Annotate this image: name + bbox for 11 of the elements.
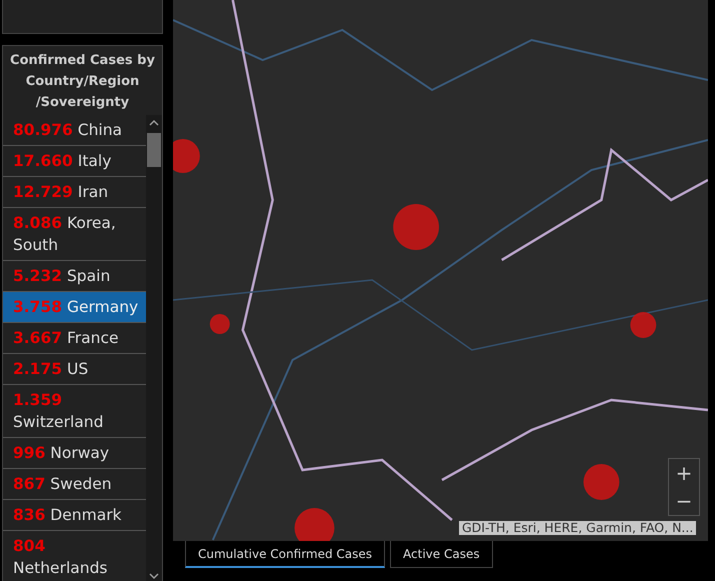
scroll-down-icon[interactable] [149, 572, 159, 580]
scroll-thumb[interactable] [147, 133, 161, 167]
scroll-up-icon[interactable] [149, 119, 159, 127]
tab[interactable]: Cumulative Confirmed Cases [185, 541, 386, 568]
panel-title: Confirmed Cases by Country/Region /Sovereignty [9, 52, 156, 112]
map-attribution: GDI-TH, Esri, HERE, Garmin, FAO, N... [459, 521, 696, 535]
scrollbar[interactable] [146, 115, 162, 581]
country-item[interactable]: 3.758 Germany [3, 292, 146, 323]
zoom-in-button[interactable]: + [669, 459, 699, 487]
zoom-out-button[interactable]: − [669, 487, 699, 515]
tab[interactable]: Active Cases [390, 541, 493, 568]
